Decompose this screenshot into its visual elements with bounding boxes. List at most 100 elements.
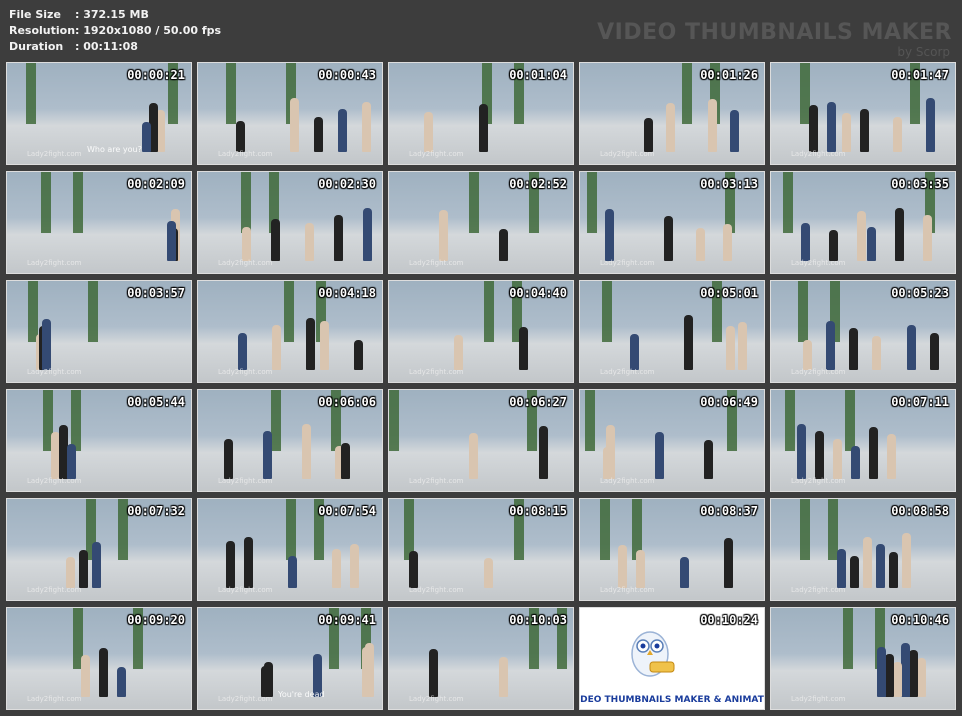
logo-text: DEO THUMBNAILS MAKER & ANIMAT bbox=[580, 695, 764, 705]
person-figure bbox=[837, 548, 846, 588]
video-thumbnail[interactable]: Lady2fight.com 00:07:54 bbox=[197, 498, 383, 601]
timestamp-label: 00:00:43 bbox=[318, 68, 376, 82]
video-thumbnail[interactable]: Lady2fight.com 00:05:44 bbox=[6, 389, 192, 492]
person-figure bbox=[863, 537, 872, 588]
person-figure bbox=[829, 229, 838, 261]
person-figure bbox=[92, 542, 101, 588]
video-thumbnail[interactable]: Lady2fight.com 00:05:01 bbox=[579, 280, 765, 383]
person-figure bbox=[167, 220, 176, 261]
video-thumbnail[interactable]: Lady2fight.com 00:01:26 bbox=[579, 62, 765, 165]
video-thumbnail[interactable]: Lady2fight.com 00:02:52 bbox=[388, 171, 574, 274]
timestamp-label: 00:04:18 bbox=[318, 286, 376, 300]
video-thumbnail[interactable]: Lady2fight.com 00:02:30 bbox=[197, 171, 383, 274]
site-watermark: Lady2fight.com bbox=[600, 368, 655, 376]
video-thumbnail[interactable]: DEO THUMBNAILS MAKER & ANIMAT 00:10:24 bbox=[579, 607, 765, 710]
video-thumbnail[interactable]: Lady2fight.com 00:08:37 bbox=[579, 498, 765, 601]
video-thumbnail[interactable]: Lady2fight.com 00:02:09 bbox=[6, 171, 192, 274]
timestamp-label: 00:10:03 bbox=[509, 613, 567, 627]
site-watermark: Lady2fight.com bbox=[600, 259, 655, 267]
video-thumbnail[interactable]: Lady2fight.com 00:04:18 bbox=[197, 280, 383, 383]
plant-shape bbox=[800, 499, 810, 560]
person-figure bbox=[334, 215, 343, 261]
person-figure bbox=[867, 226, 876, 261]
site-watermark: Lady2fight.com bbox=[218, 477, 273, 485]
video-thumbnail[interactable]: Lady2fight.com 00:07:11 bbox=[770, 389, 956, 492]
site-watermark: Lady2fight.com bbox=[218, 259, 273, 267]
video-thumbnail[interactable]: Lady2fight.com 00:05:23 bbox=[770, 280, 956, 383]
person-figure bbox=[469, 433, 478, 479]
timestamp-label: 00:10:24 bbox=[700, 613, 758, 627]
person-figure bbox=[815, 431, 824, 479]
person-figure bbox=[809, 105, 818, 152]
site-watermark: Lady2fight.com bbox=[27, 368, 82, 376]
video-thumbnail[interactable]: Lady2fight.com 00:04:40 bbox=[388, 280, 574, 383]
person-figure bbox=[636, 549, 645, 588]
video-thumbnail[interactable]: Lady2fight.com 00:03:57 bbox=[6, 280, 192, 383]
person-figure bbox=[872, 335, 881, 370]
person-figure bbox=[842, 112, 851, 152]
person-figure bbox=[849, 328, 858, 370]
video-thumbnail[interactable]: Lady2fight.com 00:07:32 bbox=[6, 498, 192, 601]
person-figure bbox=[655, 432, 664, 479]
timestamp-label: 00:05:44 bbox=[127, 395, 185, 409]
person-figure bbox=[877, 647, 886, 697]
site-watermark: Lady2fight.com bbox=[409, 695, 464, 703]
person-figure bbox=[354, 339, 363, 370]
site-watermark: Lady2fight.com bbox=[791, 150, 846, 158]
site-watermark: Lady2fight.com bbox=[27, 477, 82, 485]
plant-shape bbox=[88, 281, 98, 342]
plant-shape bbox=[71, 390, 81, 451]
timestamp-label: 00:01:26 bbox=[700, 68, 758, 82]
person-figure bbox=[363, 208, 372, 261]
person-figure bbox=[424, 111, 433, 152]
person-figure bbox=[723, 223, 732, 261]
person-figure bbox=[895, 208, 904, 261]
plant-shape bbox=[28, 281, 38, 342]
video-thumbnail[interactable]: Lady2fight.com 00:10:46 bbox=[770, 607, 956, 710]
resolution-row: Resolution : 1920x1080 / 50.00 fps bbox=[9, 23, 221, 39]
video-thumbnail[interactable]: Lady2fight.com 00:01:47 bbox=[770, 62, 956, 165]
timestamp-label: 00:10:46 bbox=[891, 613, 949, 627]
person-figure bbox=[236, 120, 245, 152]
video-thumbnail[interactable]: Lady2fight.com 00:09:20 bbox=[6, 607, 192, 710]
person-figure bbox=[917, 657, 926, 697]
video-thumbnail[interactable]: Lady2fight.com Who are you? 00:00:21 bbox=[6, 62, 192, 165]
plant-shape bbox=[587, 172, 597, 233]
site-watermark: Lady2fight.com bbox=[409, 259, 464, 267]
site-watermark: Lady2fight.com bbox=[218, 150, 273, 158]
person-figure bbox=[302, 424, 311, 479]
person-figure bbox=[320, 321, 329, 370]
person-figure bbox=[666, 103, 675, 152]
person-figure bbox=[484, 557, 493, 588]
person-figure bbox=[238, 332, 247, 370]
person-figure bbox=[889, 551, 898, 588]
person-figure bbox=[81, 655, 90, 697]
site-watermark: Lady2fight.com bbox=[27, 586, 82, 594]
person-figure bbox=[519, 327, 528, 370]
video-thumbnail[interactable]: Lady2fight.com 00:06:27 bbox=[388, 389, 574, 492]
person-figure bbox=[66, 556, 75, 588]
video-thumbnail[interactable]: Lady2fight.com 00:08:15 bbox=[388, 498, 574, 601]
person-figure bbox=[893, 116, 902, 152]
video-thumbnail[interactable]: Lady2fight.com 00:06:49 bbox=[579, 389, 765, 492]
plant-shape bbox=[284, 281, 294, 342]
resolution-label: Resolution bbox=[9, 24, 76, 37]
person-figure bbox=[409, 550, 418, 588]
person-figure bbox=[454, 334, 463, 370]
video-thumbnail[interactable]: Lady2fight.com 00:00:43 bbox=[197, 62, 383, 165]
timestamp-label: 00:02:30 bbox=[318, 177, 376, 191]
timestamp-label: 00:05:01 bbox=[700, 286, 758, 300]
timestamp-label: 00:02:09 bbox=[127, 177, 185, 191]
video-thumbnail[interactable]: Lady2fight.com You're dead 00:09:41 bbox=[197, 607, 383, 710]
person-figure bbox=[850, 555, 859, 588]
video-thumbnail[interactable]: Lady2fight.com 00:03:13 bbox=[579, 171, 765, 274]
timestamp-label: 00:06:06 bbox=[318, 395, 376, 409]
video-thumbnail[interactable]: Lady2fight.com 00:03:35 bbox=[770, 171, 956, 274]
video-thumbnail[interactable]: Lady2fight.com 00:08:58 bbox=[770, 498, 956, 601]
timestamp-label: 00:01:47 bbox=[891, 68, 949, 82]
timestamp-label: 00:03:57 bbox=[127, 286, 185, 300]
video-thumbnail[interactable]: Lady2fight.com 00:10:03 bbox=[388, 607, 574, 710]
video-thumbnail[interactable]: Lady2fight.com 00:06:06 bbox=[197, 389, 383, 492]
video-thumbnail[interactable]: Lady2fight.com 00:01:04 bbox=[388, 62, 574, 165]
timestamp-label: 00:02:52 bbox=[509, 177, 567, 191]
